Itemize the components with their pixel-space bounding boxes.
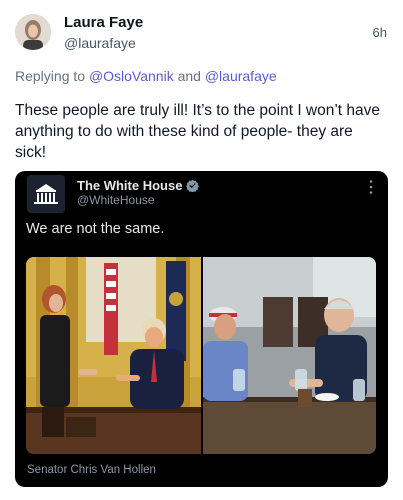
mention-link-laurafaye[interactable]: @laurafaye	[205, 68, 277, 84]
embedded-post-card[interactable]: The White House @WhiteHouse We are not t…	[15, 171, 388, 487]
reply-context: Replying to @OsloVannik and @laurafaye	[15, 68, 277, 84]
embedded-author-handle[interactable]: @WhiteHouse	[77, 193, 155, 207]
embedded-author-name[interactable]: The White House	[77, 178, 200, 193]
diner-photo[interactable]	[203, 257, 376, 454]
author-handle[interactable]: @laurafaye	[64, 35, 136, 51]
verified-badge-icon	[186, 179, 200, 192]
reply-prefix: Replying to	[15, 68, 86, 84]
more-options-icon[interactable]	[368, 179, 374, 195]
embedded-post-text: We are not the same.	[26, 221, 165, 237]
embedded-author-name-text: The White House	[77, 178, 183, 193]
mention-link-oslovannik[interactable]: @OsloVannik	[89, 68, 174, 84]
author-name[interactable]: Laura Faye	[64, 14, 143, 31]
author-avatar[interactable]	[15, 14, 51, 50]
white-house-logo-icon[interactable]	[27, 175, 65, 213]
oval-office-photo[interactable]	[26, 257, 201, 454]
image-caption: Senator Chris Van Hollen	[27, 464, 156, 476]
reply-and: and	[177, 68, 201, 84]
post-timestamp[interactable]: 6h	[373, 25, 387, 40]
post-text: These people are truly ill! It’s to the …	[15, 102, 381, 161]
